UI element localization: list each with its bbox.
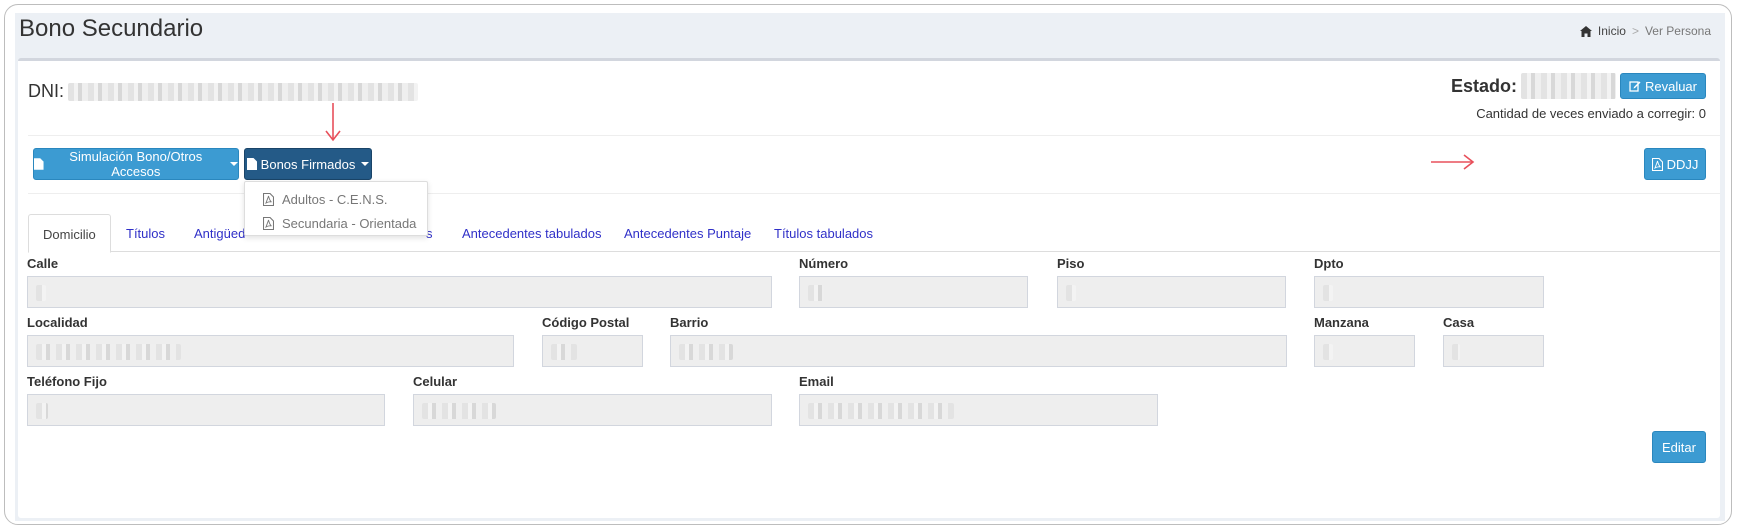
simulacion-dropdown-button[interactable]: Simulación Bono/Otros Accesos [33, 148, 239, 180]
localidad-field[interactable] [27, 335, 514, 367]
tab-domicilio[interactable]: Domicilio [28, 214, 111, 253]
email-label: Email [799, 374, 834, 389]
corregir-count: Cantidad de veces enviado a corregir: 0 [1476, 106, 1706, 121]
email-field[interactable] [799, 394, 1158, 426]
dni-label: DNI: [28, 81, 64, 101]
telefono-fijo-field[interactable] [27, 394, 385, 426]
file-icon [246, 158, 257, 170]
dpto-label: Dpto [1314, 256, 1344, 271]
ddjj-button[interactable]: DDJJ [1644, 148, 1706, 180]
tab-antecedentes-puntaje[interactable]: Antecedentes Puntaje [624, 226, 751, 241]
redacted-value [1452, 344, 1460, 360]
redacted-value [808, 285, 824, 301]
dpto-field[interactable] [1314, 276, 1544, 308]
bonos-firmados-label: Bonos Firmados [260, 156, 356, 172]
redacted-value [36, 285, 46, 301]
revaluar-label: Revaluar [1644, 78, 1697, 94]
pdf-file-icon [263, 193, 274, 206]
localidad-label: Localidad [27, 315, 88, 330]
redacted-value [36, 344, 181, 360]
redacted-value [679, 344, 733, 360]
celular-label: Celular [413, 374, 458, 389]
tab-antecedentes-tabulados[interactable]: Antecedentes tabulados [462, 226, 602, 241]
simulacion-label: Simulación Bono/Otros Accesos [69, 149, 203, 179]
home-icon [1579, 25, 1592, 37]
redacted-value [808, 403, 954, 419]
caret-down-icon [361, 162, 370, 166]
redacted-value [551, 344, 577, 360]
dni-row: DNI: [28, 81, 418, 102]
tab-antiguedad[interactable]: Antigüed [194, 226, 245, 241]
page-title: Bono Secundario [19, 15, 204, 42]
revaluar-button[interactable]: Revaluar [1619, 73, 1706, 99]
tab-titulos-tabulados[interactable]: Títulos tabulados [774, 226, 873, 241]
estado-value-redacted [1520, 73, 1616, 99]
tab-titulos[interactable]: Títulos [126, 226, 165, 241]
breadcrumb: Inicio > Ver Persona [1579, 24, 1711, 38]
annotation-arrow-right-icon [1431, 154, 1475, 170]
screenshot-frame: Bono Secundario Inicio > Ver Persona DNI… [4, 4, 1732, 525]
calle-label: Calle [27, 256, 59, 271]
estado-row: Estado: Revaluar [1451, 73, 1706, 99]
file-icon [34, 158, 44, 170]
redacted-value [1323, 285, 1333, 301]
casa-label: Casa [1443, 315, 1475, 330]
dropdown-item-label: Secundaria - Orientada [282, 216, 417, 231]
divider [28, 135, 1720, 136]
breadcrumb-home-link[interactable]: Inicio [1598, 24, 1626, 38]
breadcrumb-current: Ver Persona [1644, 24, 1711, 38]
person-box: DNI: Estado: Revaluar Cantidad de veces … [18, 58, 1720, 518]
calle-field[interactable] [27, 276, 772, 308]
manzana-label: Manzana [1314, 315, 1369, 330]
piso-label: Piso [1057, 256, 1085, 271]
redacted-value [1323, 344, 1333, 360]
pdf-file-icon [263, 217, 274, 230]
redacted-value [36, 403, 48, 419]
ddjj-label: DDJJ [1666, 156, 1699, 172]
barrio-label: Barrio [670, 315, 709, 330]
manzana-field[interactable] [1314, 335, 1415, 367]
breadcrumb-separator: > [1631, 24, 1639, 38]
dni-value-redacted [68, 82, 418, 101]
celular-field[interactable] [413, 394, 772, 426]
redacted-value [1066, 285, 1076, 301]
dropdown-item-adultos[interactable]: Adultos - C.E.N.S. [263, 192, 387, 207]
telefono-fijo-label: Teléfono Fijo [27, 374, 107, 389]
editar-button[interactable]: Editar [1652, 431, 1706, 463]
codigo-postal-field[interactable] [542, 335, 643, 367]
estado-label: Estado: [1450, 75, 1517, 96]
casa-field[interactable] [1443, 335, 1544, 367]
caret-down-icon [230, 162, 238, 166]
codigo-postal-label: Código Postal [542, 315, 630, 330]
bonos-firmados-dropdown-menu: Adultos - C.E.N.S. Secundaria - Orientad… [244, 181, 428, 236]
numero-field[interactable] [799, 276, 1028, 308]
dropdown-item-label: Adultos - C.E.N.S. [282, 192, 388, 207]
pdf-file-icon [1651, 157, 1663, 171]
dropdown-item-secundaria[interactable]: Secundaria - Orientada [263, 216, 416, 231]
redacted-value [422, 403, 496, 419]
bonos-firmados-dropdown-button[interactable]: Bonos Firmados [244, 148, 372, 180]
numero-label: Número [799, 256, 849, 271]
barrio-field[interactable] [670, 335, 1287, 367]
piso-field[interactable] [1057, 276, 1286, 308]
annotation-arrow-down-icon [325, 103, 341, 142]
edit-icon [1629, 81, 1641, 92]
